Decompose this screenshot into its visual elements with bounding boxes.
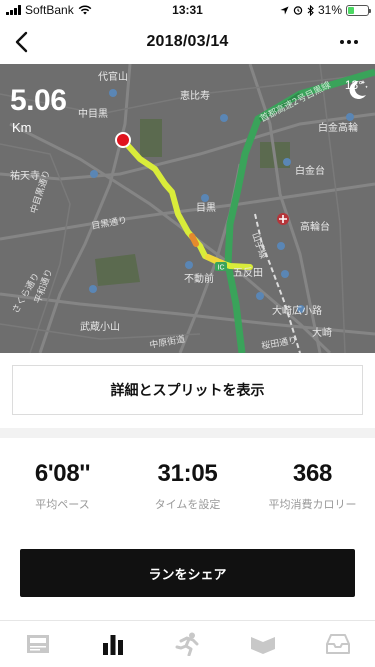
- status-left: SoftBank: [6, 3, 92, 17]
- map-label: 祐天寺: [10, 169, 40, 182]
- map-label: 恵比寿: [180, 89, 210, 102]
- map-label: 不動前: [184, 272, 214, 285]
- road-label: 山手線: [249, 231, 270, 260]
- route-pace-segment: [189, 233, 199, 247]
- map-label: 五反田: [233, 267, 263, 279]
- more-dots-icon: [340, 40, 344, 44]
- map-label: 白金高輪: [318, 121, 358, 134]
- more-button[interactable]: [335, 30, 363, 54]
- bluetooth-icon: [307, 4, 314, 16]
- stat-label: 平均消費カロリー: [268, 498, 357, 511]
- map-label: 中目黒: [78, 107, 108, 120]
- details-splits-button[interactable]: 詳細とスプリットを表示: [12, 365, 363, 415]
- back-button[interactable]: [8, 28, 36, 56]
- status-right: 31%: [280, 3, 371, 17]
- share-run-button[interactable]: ランをシェア: [20, 549, 355, 597]
- inbox-icon: [325, 634, 350, 654]
- start-marker-icon: [115, 132, 131, 148]
- battery-percent: 31%: [317, 3, 342, 17]
- stat-value: 6'08'': [34, 460, 91, 487]
- battery-icon: [346, 4, 371, 16]
- map-label: 白金台: [295, 164, 325, 177]
- park-area: [140, 119, 162, 157]
- nav-bar: 2018/03/14: [0, 20, 375, 64]
- feed-icon: [26, 635, 49, 653]
- map-label: 大崎広小路: [272, 304, 322, 317]
- map-label: 大崎: [312, 326, 332, 339]
- alarm-icon: [293, 6, 303, 15]
- activity-bars-icon: [102, 635, 123, 655]
- stat-calories: 368 平均消費カロリー: [250, 460, 375, 512]
- stat-value: 31:05: [157, 460, 218, 487]
- stat-value: 368: [292, 460, 333, 487]
- battery-level: [348, 6, 354, 14]
- stat-label: タイムを設定: [154, 498, 221, 511]
- page-title: 2018/03/14: [146, 33, 229, 50]
- tab-feed[interactable]: [8, 621, 68, 667]
- distance-value: 5.06: [10, 84, 67, 117]
- svg-text:IC: IC: [218, 265, 225, 272]
- tab-bar: [0, 620, 375, 667]
- run-stats: 6'08'' 平均ペース 31:05 タイムを設定 368 平均消費カロリー: [0, 460, 375, 512]
- map-label: 武蔵小山: [80, 320, 120, 333]
- tab-inbox[interactable]: [308, 621, 368, 667]
- signal-icon: [6, 5, 21, 15]
- tab-club[interactable]: [233, 621, 293, 667]
- stack-icon: [250, 637, 275, 654]
- section-divider: [0, 428, 375, 438]
- map-label: 目黒: [196, 202, 216, 214]
- weather-info: 13°: [345, 78, 368, 99]
- wifi-icon: [78, 5, 92, 15]
- carrier-label: SoftBank: [25, 3, 74, 17]
- moon-stars-icon: [349, 80, 368, 99]
- distance-unit: Km: [12, 120, 32, 135]
- stat-label: 平均ペース: [35, 498, 90, 511]
- map-label: 代官山: [98, 70, 128, 83]
- location-arrow-icon: [280, 5, 289, 15]
- stat-time: 31:05 タイムを設定: [125, 460, 250, 512]
- chevron-left-icon: [15, 31, 28, 53]
- map-label: 高輪台: [300, 220, 330, 233]
- park-area: [95, 254, 140, 286]
- status-bar: SoftBank 13:31 31%: [0, 0, 375, 20]
- route-map[interactable]: IC 代官山 中目黒 恵比寿 白金高輪 祐天寺 白金台 目黒 高輪台 不動前 五…: [0, 64, 375, 353]
- tab-activity[interactable]: [83, 621, 143, 667]
- running-figure-icon: [175, 632, 198, 656]
- road-label: 桜田通り: [260, 334, 298, 352]
- stat-average-pace: 6'08'' 平均ペース: [0, 460, 125, 512]
- tab-run[interactable]: [158, 621, 218, 667]
